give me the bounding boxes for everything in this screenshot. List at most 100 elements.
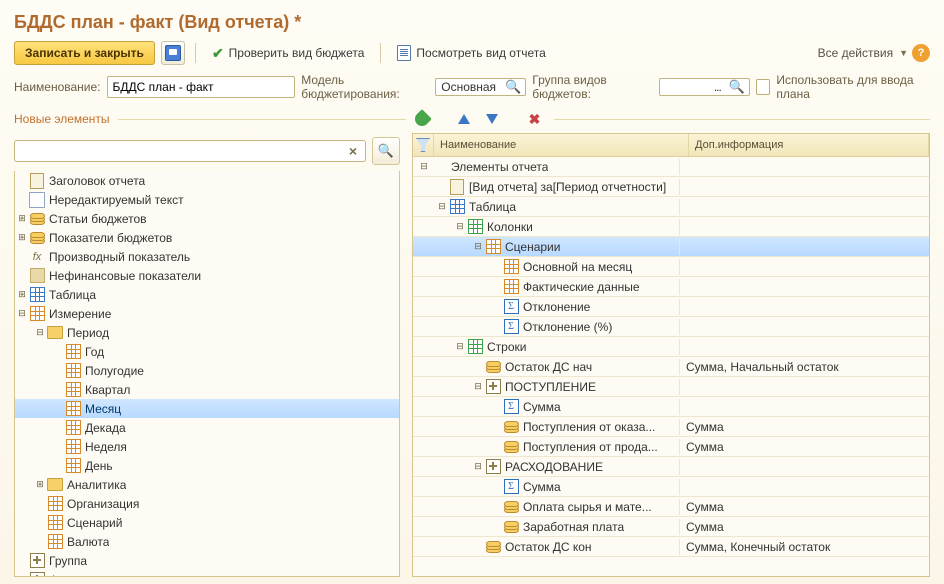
table-body[interactable]: ⊟Элементы отчета [Вид отчета] за[Период о… [413, 157, 929, 576]
expand-icon[interactable]: ⊞ [15, 212, 29, 226]
tree-item[interactable]: Месяц [15, 399, 399, 418]
table-row[interactable]: Оплата сырья и мате...Сумма [413, 497, 929, 517]
tree-item[interactable]: День [15, 456, 399, 475]
tree-item-label: Декада [85, 421, 126, 435]
table-icon [65, 363, 81, 379]
use-for-plan-checkbox[interactable] [756, 79, 770, 95]
pencil-icon [413, 109, 433, 129]
tree-item[interactable]: ⊟Период [15, 323, 399, 342]
table-row[interactable]: ΣСумма [413, 397, 929, 417]
tree-item[interactable]: Неделя [15, 437, 399, 456]
table-row[interactable]: ⊟Таблица [413, 197, 929, 217]
tree-item[interactable]: ⊞Аналитика [15, 475, 399, 494]
table-row[interactable]: Фактические данные [413, 277, 929, 297]
row-name: Остаток ДС кон [505, 540, 592, 554]
collapse-icon[interactable]: ⊟ [15, 307, 29, 321]
tree-item[interactable]: Год [15, 342, 399, 361]
tree-item[interactable]: Декада [15, 418, 399, 437]
tree-item[interactable]: ⊞Таблица [15, 285, 399, 304]
row-name: ПОСТУПЛЕНИЕ [505, 380, 596, 394]
collapse-icon[interactable]: ⊟ [471, 380, 485, 394]
group-icon [485, 459, 501, 475]
tree-item[interactable]: Нефинансовые показатели [15, 266, 399, 285]
tree-item[interactable]: Формула по группе [15, 570, 399, 577]
elements-tree[interactable]: Заголовок отчетаНередактируемый текст⊞Ст… [14, 171, 400, 577]
collapse-icon[interactable]: ⊟ [453, 220, 467, 234]
table-row[interactable]: Остаток ДС конСумма, Конечный остаток [413, 537, 929, 557]
expand-icon[interactable]: ⊞ [15, 231, 29, 245]
fx-icon: fx [29, 249, 45, 265]
save-close-button[interactable]: Записать и закрыть [14, 41, 155, 65]
tree-item[interactable]: Группа [15, 551, 399, 570]
search-input[interactable]: × [14, 140, 366, 162]
tree-item-label: День [85, 459, 113, 473]
tree-item[interactable]: ⊟ Измерение [15, 304, 399, 323]
table-row[interactable]: Остаток ДС начСумма, Начальный остаток [413, 357, 929, 377]
collapse-icon[interactable]: ⊟ [435, 200, 449, 214]
search-text[interactable] [19, 143, 345, 159]
row-name: Фактические данные [523, 280, 640, 294]
col-info-header[interactable]: Доп.информация [689, 134, 929, 156]
group-input[interactable]: ...🔍 [659, 78, 750, 96]
row-name: [Вид отчета] за[Период отчетности] [469, 180, 666, 194]
tree-item[interactable]: Квартал [15, 380, 399, 399]
model-input[interactable]: Основная🔍 [435, 78, 526, 96]
table-row[interactable]: ΣСумма [413, 477, 929, 497]
tree-item-label: Измерение [49, 307, 111, 321]
tree-item[interactable]: ⊞Показатели бюджетов [15, 228, 399, 247]
tree-item[interactable]: Полугодие [15, 361, 399, 380]
row-name: Оплата сырья и мате... [523, 500, 652, 514]
table-row[interactable]: [Вид отчета] за[Период отчетности] [413, 177, 929, 197]
table-icon [65, 401, 81, 417]
tree-item[interactable]: Валюта [15, 532, 399, 551]
collapse-icon[interactable]: ⊟ [417, 160, 431, 174]
table-row[interactable]: Заработная платаСумма [413, 517, 929, 537]
tree-item[interactable]: Сценарий [15, 513, 399, 532]
table-row[interactable]: ΣОтклонение (%) [413, 317, 929, 337]
name-input[interactable] [107, 76, 296, 98]
view-report-button[interactable]: Посмотреть вид отчета [391, 42, 551, 64]
table-row[interactable]: ⊟Строки [413, 337, 929, 357]
search-button[interactable]: 🔍 [372, 137, 400, 165]
cell-name: ⊟Элементы отчета [413, 159, 680, 175]
table-row[interactable]: Поступления от оказа...Сумма [413, 417, 929, 437]
tree-item-label: Организация [67, 497, 139, 511]
delete-button[interactable]: ✖ [526, 111, 542, 127]
all-actions-menu[interactable]: Все действия▼ [818, 46, 908, 60]
table-row[interactable]: ⊟Сценарии [413, 237, 929, 257]
cell-name: Остаток ДС нач [413, 359, 680, 375]
table-row[interactable]: ⊟ ПОСТУПЛЕНИЕ [413, 377, 929, 397]
move-down-button[interactable] [484, 111, 500, 127]
expand-icon[interactable]: ⊞ [33, 478, 47, 492]
table-row[interactable]: ⊟РАСХОДОВАНИЕ [413, 457, 929, 477]
table-row[interactable]: ⊟Элементы отчета [413, 157, 929, 177]
save-button[interactable] [161, 41, 185, 65]
tree-item[interactable]: Заголовок отчета [15, 171, 399, 190]
table-row[interactable]: ⊟Колонки [413, 217, 929, 237]
expand-icon[interactable]: ⊞ [15, 288, 29, 302]
ellipsis-icon[interactable]: ... [710, 80, 725, 94]
move-up-button[interactable] [456, 111, 472, 127]
collapse-icon[interactable]: ⊟ [471, 460, 485, 474]
collapse-icon[interactable]: ⊟ [453, 340, 467, 354]
edit-button[interactable] [414, 111, 430, 127]
tree-item[interactable]: ⊞Статьи бюджетов [15, 209, 399, 228]
cell-name: ΣОтклонение [413, 299, 680, 315]
tree-item[interactable]: Организация [15, 494, 399, 513]
tree-item[interactable]: Нередактируемый текст [15, 190, 399, 209]
check-budget-button[interactable]: ✔Проверить вид бюджета [206, 42, 370, 65]
table-row[interactable]: Поступления от прода...Сумма [413, 437, 929, 457]
clear-button[interactable]: × [345, 143, 361, 159]
search-icon[interactable]: 🔍 [501, 79, 525, 95]
row-name: Отклонение (%) [523, 320, 612, 334]
collapse-icon[interactable]: ⊟ [33, 326, 47, 340]
table-row[interactable]: Основной на месяц [413, 257, 929, 277]
tree-item[interactable]: fxПроизводный показатель [15, 247, 399, 266]
collapse-icon[interactable]: ⊟ [471, 240, 485, 254]
table-row[interactable]: ΣОтклонение [413, 297, 929, 317]
tree-item-label: Месяц [85, 402, 121, 416]
filter-button[interactable] [413, 134, 434, 156]
help-button[interactable]: ? [912, 44, 930, 62]
search-icon[interactable]: 🔍 [725, 79, 749, 95]
col-name-header[interactable]: Наименование [434, 134, 689, 156]
